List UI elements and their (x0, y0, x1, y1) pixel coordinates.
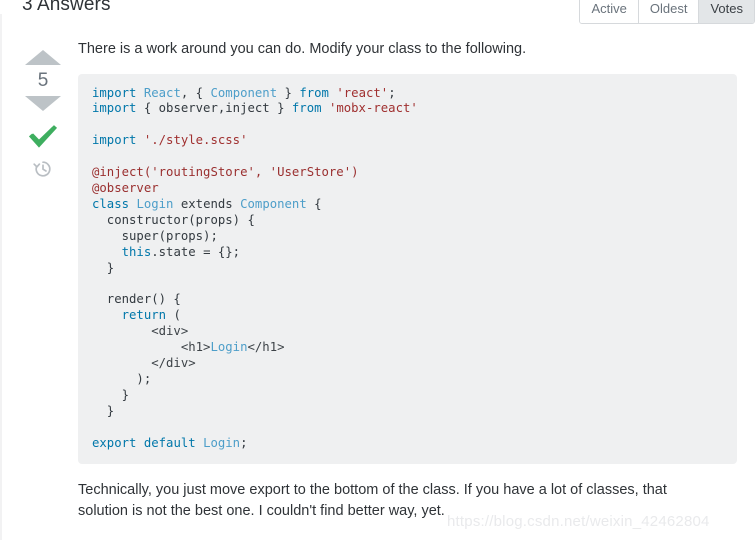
answer-content: There is a work around you can do. Modif… (78, 40, 738, 522)
page-left-edge (0, 14, 2, 540)
checkmark-icon (28, 123, 58, 149)
tab-active[interactable]: Active (580, 0, 639, 23)
answers-header: 3 Answers Active Oldest Votes (0, 0, 755, 24)
tab-votes[interactable]: Votes (699, 0, 754, 23)
vote-score: 5 (37, 70, 49, 91)
code-block: import React, { Component } from 'react'… (78, 73, 737, 465)
answer-sort-tabs[interactable]: Active Oldest Votes (579, 0, 755, 24)
history-clock-icon[interactable] (33, 159, 53, 179)
answer-intro-paragraph: There is a work around you can do. Modif… (78, 41, 527, 57)
code-snippet: import React, { Component } from 'react'… (92, 85, 418, 450)
upvote-arrow-icon[interactable] (25, 50, 61, 65)
answer-outro-paragraph: Technically, you just move export to the… (78, 482, 667, 519)
downvote-arrow-icon[interactable] (25, 96, 61, 111)
vote-column: 5 (18, 50, 68, 179)
answers-count-title: 3 Answers (22, 0, 111, 15)
tab-oldest[interactable]: Oldest (638, 0, 700, 23)
